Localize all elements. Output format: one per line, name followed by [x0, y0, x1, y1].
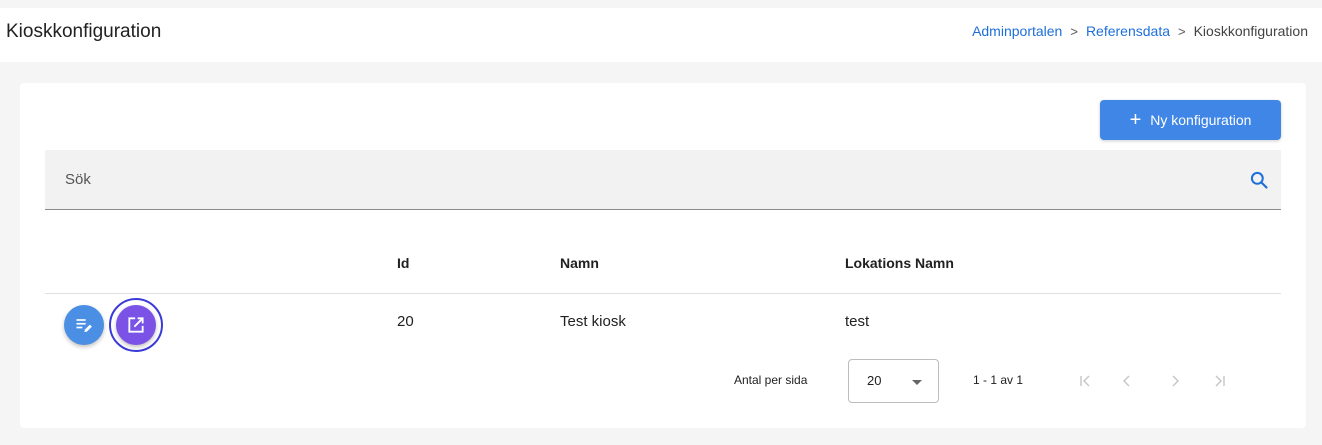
column-header-namn: Namn — [560, 255, 599, 271]
content-card: + Ny konfiguration Id Namn Lokations Nam… — [20, 83, 1306, 428]
breadcrumb: Adminportalen > Referensdata > Kioskkonf… — [972, 23, 1308, 39]
breadcrumb-item-adminportalen[interactable]: Adminportalen — [972, 23, 1062, 39]
open-in-new-button[interactable] — [116, 305, 156, 345]
cell-lokations-namn: test — [845, 313, 870, 330]
items-per-page-value: 20 — [867, 373, 882, 388]
previous-page-icon — [1123, 375, 1130, 387]
next-page-icon — [1172, 375, 1179, 387]
chevron-right-icon: > — [1178, 23, 1186, 39]
last-page-icon — [1215, 375, 1225, 387]
edit-list-icon — [76, 319, 92, 333]
breadcrumb-item-referensdata[interactable]: Referensdata — [1086, 23, 1170, 39]
next-page-button[interactable] — [1161, 367, 1189, 395]
search-icon[interactable] — [1249, 170, 1269, 190]
first-page-button[interactable] — [1072, 367, 1100, 395]
edit-button[interactable] — [64, 305, 104, 345]
page-title: Kioskkonfiguration — [6, 21, 162, 42]
column-header-id: Id — [397, 255, 410, 271]
breadcrumb-item-current: Kioskkonfiguration — [1193, 23, 1308, 39]
add-configuration-button[interactable]: + Ny konfiguration — [1100, 100, 1281, 140]
column-header-lokations-namn: Lokations Namn — [845, 255, 954, 271]
first-page-icon — [1080, 375, 1090, 387]
search-input[interactable] — [45, 150, 1235, 209]
table-header-divider — [45, 293, 1281, 294]
open-in-new-icon — [128, 317, 144, 333]
chevron-right-icon: > — [1070, 23, 1078, 39]
last-page-button[interactable] — [1205, 367, 1233, 395]
items-per-page-select[interactable]: 20 — [848, 359, 939, 403]
items-per-page-label: Antal per sida — [734, 373, 808, 387]
cell-namn: Test kiosk — [560, 313, 626, 330]
cell-id: 20 — [397, 313, 414, 330]
top-bar: Kioskkonfiguration Adminportalen > Refer… — [0, 8, 1322, 62]
add-configuration-label: Ny konfiguration — [1150, 112, 1252, 128]
search-field — [45, 150, 1281, 210]
plus-icon: + — [1129, 109, 1142, 131]
previous-page-button[interactable] — [1113, 367, 1141, 395]
dropdown-arrow-icon — [912, 380, 922, 385]
pagination-range-label: 1 - 1 av 1 — [973, 373, 1024, 387]
